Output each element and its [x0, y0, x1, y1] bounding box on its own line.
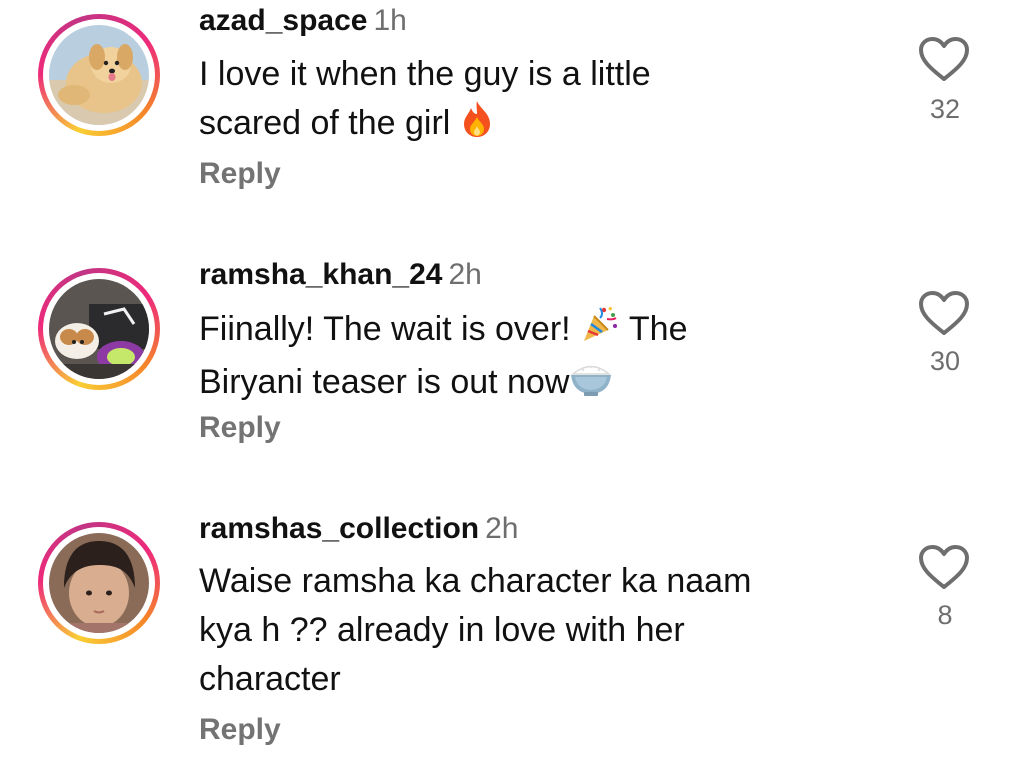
comment-line: I love it when the guy is a little [199, 55, 651, 93]
like-count: 8 [937, 600, 953, 630]
comment-meta: ramsha_khan_24 2h [199, 258, 482, 292]
comment-line: Fiinally! The wait is over! [199, 310, 571, 348]
rice-bowl-emoji-icon [569, 361, 613, 411]
comment-meta: ramshas_collection 2h [199, 512, 519, 546]
username[interactable]: ramsha_khan_24 [199, 258, 443, 291]
avatar [49, 25, 149, 125]
reply-button[interactable]: Reply [199, 157, 281, 191]
comment-text: I love it when the guy is a little scare… [199, 50, 879, 152]
fire-emoji-icon [460, 100, 494, 152]
like-count: 30 [929, 346, 961, 376]
comment-text: Waise ramsha ka character ka naam kya h … [199, 557, 879, 704]
comment-line: kya h ?? already in love with her [199, 611, 685, 649]
avatar [49, 533, 149, 633]
username[interactable]: ramshas_collection [199, 512, 479, 545]
party-popper-emoji-icon [580, 304, 620, 358]
comment-line: scared of the girl [199, 104, 451, 142]
avatar-story-ring[interactable] [38, 522, 160, 644]
timestamp: 2h [448, 258, 482, 291]
comment-line: The [628, 310, 688, 348]
comment-line: Biryani teaser is out now [199, 363, 570, 401]
heart-icon[interactable] [918, 544, 970, 590]
comment-meta: azad_space 1h [199, 4, 407, 38]
timestamp: 2h [485, 512, 519, 545]
timestamp: 1h [373, 4, 407, 37]
heart-icon[interactable] [918, 290, 970, 336]
avatar-story-ring[interactable] [38, 268, 160, 390]
comment-text: Fiinally! The wait is over! The Biryani … [199, 304, 879, 411]
heart-icon[interactable] [918, 36, 970, 82]
avatar [49, 279, 149, 379]
comment-line: character [199, 660, 341, 698]
reply-button[interactable]: Reply [199, 411, 281, 445]
avatar-story-ring[interactable] [38, 14, 160, 136]
reply-button[interactable]: Reply [199, 713, 281, 747]
comment-line: Waise ramsha ka character ka naam [199, 562, 752, 600]
like-count: 32 [929, 94, 961, 124]
username[interactable]: azad_space [199, 4, 367, 37]
